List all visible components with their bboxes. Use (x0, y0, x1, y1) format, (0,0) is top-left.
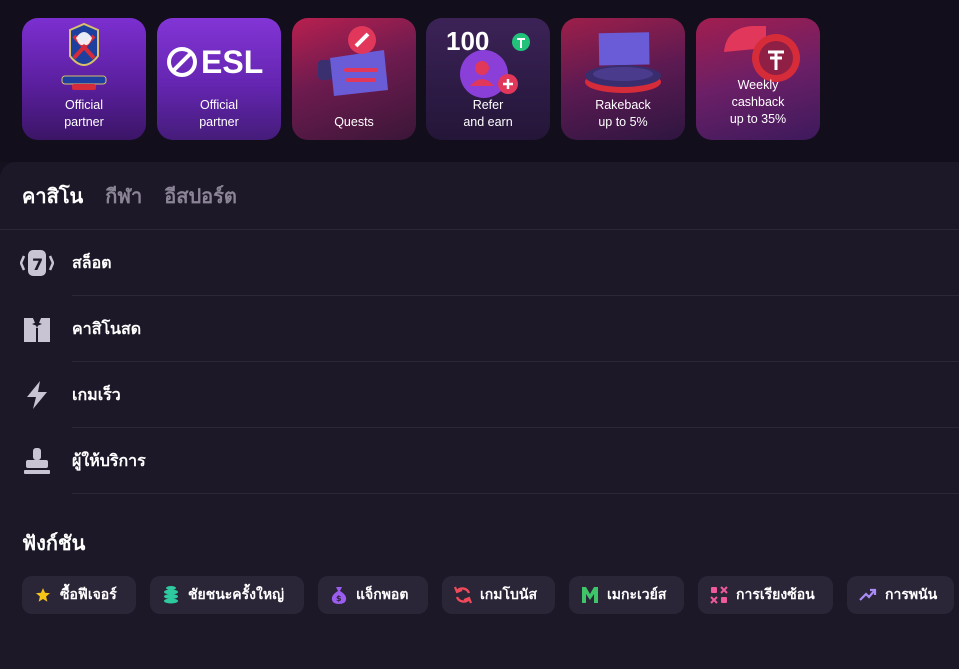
promo-line1: Rakeback (595, 98, 651, 112)
main-panel: คาสิโน กีฬา อีสปอร์ต 7 สล็อต คาสิโนสด เก… (0, 162, 959, 669)
promo-card-official-partner-crystal-palace[interactable]: Official partner (22, 18, 146, 140)
refresh-icon (453, 585, 473, 605)
money-bag-icon: $ (329, 585, 349, 605)
promo-card-weekly-cashback[interactable]: Weekly cashback up to 35% (696, 18, 820, 140)
lightning-icon (20, 380, 54, 410)
tuxedo-icon (20, 314, 54, 344)
chip-megaways[interactable]: เมกะเวย์ส (569, 576, 684, 614)
chip-label: เมกะเวย์ส (607, 587, 667, 603)
menu-item-fast-games[interactable]: เกมเร็ว (0, 362, 959, 428)
cascade-icon (709, 585, 729, 605)
slot-machine-icon: 7 (20, 248, 54, 278)
promo-card-refer-and-earn[interactable]: 100 Refer and earn (426, 18, 550, 140)
promo-line2: partner (199, 115, 239, 129)
chip-big-wins[interactable]: ชัยชนะครั้งใหญ่ (150, 576, 304, 614)
menu-divider (72, 493, 959, 494)
promo-line2: and earn (463, 115, 513, 129)
menu-item-label: สล็อต (72, 253, 112, 272)
tab-sports[interactable]: กีฬา (105, 180, 142, 212)
provider-stamp-icon (20, 446, 54, 476)
features-title: ฟังก์ชัน (22, 531, 86, 555)
quest-scroll-icon (318, 26, 388, 96)
chip-label: ชัยชนะครั้งใหญ่ (188, 587, 285, 603)
megaways-icon (580, 585, 600, 605)
promo-card-rakeback[interactable]: Rakeback up to 5% (561, 18, 685, 140)
chip-gambling[interactable]: การพนัน (847, 576, 954, 614)
chip-label: การเรียงซ้อน (736, 587, 815, 603)
menu-item-live-casino[interactable]: คาสิโนสด (0, 296, 959, 362)
chip-buy-feature[interactable]: ซื้อฟีเจอร์ (22, 576, 136, 614)
casino-menu: 7 สล็อต คาสิโนสด เกมเร็ว ผู้ให้บริการ (0, 230, 959, 494)
promo-strip: Official partner ESL Official partner Qu… (0, 0, 959, 162)
svg-text:7: 7 (32, 255, 43, 274)
promo-line1: Weekly (737, 78, 779, 92)
svg-text:$: $ (336, 594, 342, 603)
tab-esports[interactable]: อีสปอร์ต (164, 180, 237, 212)
promo-card-official-partner-esl[interactable]: ESL Official partner (157, 18, 281, 140)
chip-label: ซื้อฟีเจอร์ (60, 587, 117, 603)
chip-label: การพนัน (885, 587, 938, 603)
promo-line2: up to 5% (598, 115, 648, 129)
menu-item-label: คาสิโนสด (72, 319, 142, 338)
promo-line1: Quests (334, 115, 374, 129)
chip-label: เกมโบนัส (480, 587, 538, 603)
category-tabs: คาสิโน กีฬา อีสปอร์ต (22, 180, 237, 212)
coin-stack-icon (161, 585, 181, 605)
chip-label: แจ็กพอต (356, 587, 409, 603)
promo-card-quests[interactable]: Quests (292, 18, 416, 140)
menu-item-slots[interactable]: 7 สล็อต (0, 230, 959, 296)
esl-logo-text: ESL (201, 44, 263, 80)
chip-bonus-games[interactable]: เกมโบนัส (442, 576, 555, 614)
crystal-palace-crest-icon (61, 22, 107, 90)
tab-casino[interactable]: คาสิโน (22, 180, 83, 212)
promo-line1: Official (200, 98, 238, 112)
promo-line2: cashback (731, 95, 785, 109)
menu-item-label: เกมเร็ว (72, 385, 121, 404)
star-icon (33, 585, 53, 605)
menu-item-providers[interactable]: ผู้ให้บริการ (0, 428, 959, 494)
promo-line3: up to 35% (729, 112, 787, 126)
esl-logo: ESL (167, 44, 263, 80)
trend-up-icon (858, 585, 878, 605)
promo-line1: Official (65, 98, 103, 112)
referral-icon: 100 (446, 26, 530, 98)
chip-jackpot[interactable]: $ แจ็กพอต (318, 576, 428, 614)
rakeback-chips-icon (585, 32, 661, 93)
menu-item-label: ผู้ให้บริการ (72, 451, 146, 470)
promo-line2: partner (64, 115, 104, 129)
chip-cascade[interactable]: การเรียงซ้อน (698, 576, 833, 614)
promo-line1: Refer (472, 98, 504, 112)
